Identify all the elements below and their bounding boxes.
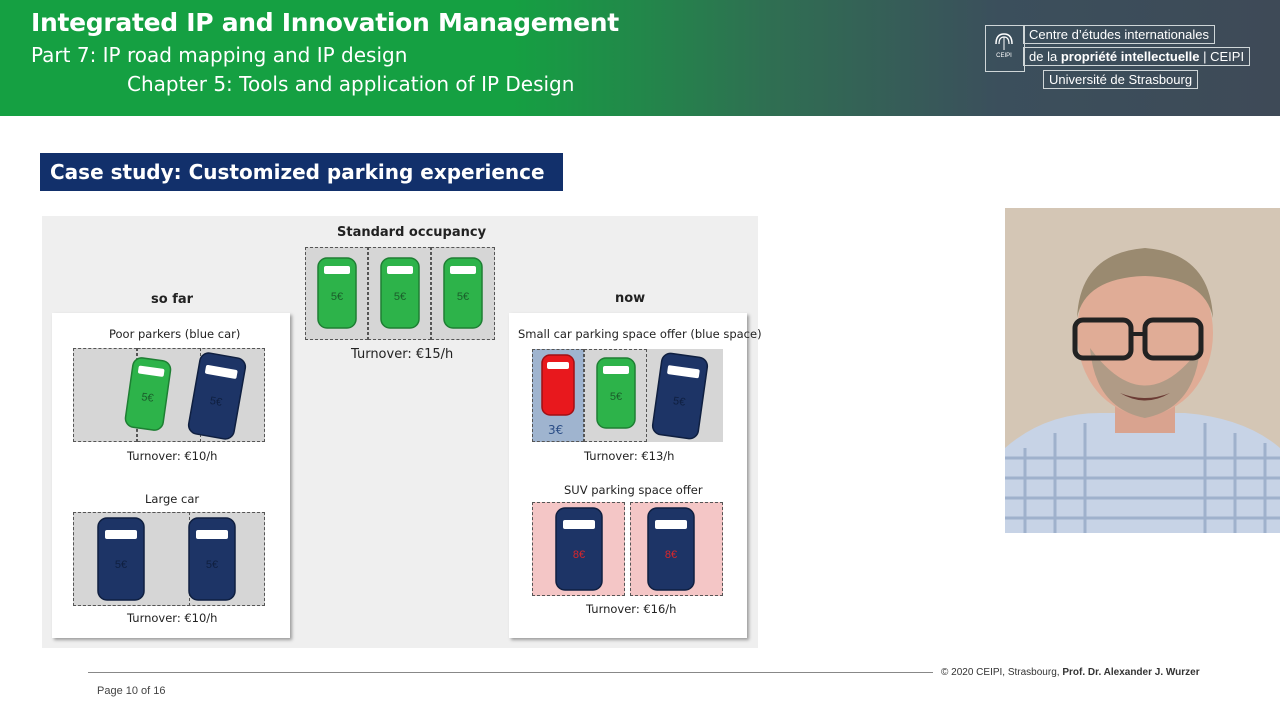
- small-turnover: Turnover: €13/h: [584, 449, 675, 463]
- parking-figure: Standard occupancy 5€ 5€ 5€ Turnover: €1…: [42, 216, 762, 648]
- car-top-view-icon: [541, 354, 575, 416]
- small-price: 3€: [548, 423, 564, 437]
- presenter-video: [1005, 208, 1280, 533]
- part-title: Part 7: IP road mapping and IP design: [31, 43, 408, 67]
- car-top-view-icon: 5€: [443, 257, 483, 329]
- car-top-view-icon: 5€: [596, 357, 636, 429]
- car-price: 5€: [457, 291, 469, 303]
- car-top-view-icon: 5€: [380, 257, 420, 329]
- logo-line-1: Centre d’études internationales: [1023, 25, 1215, 44]
- car-price: 8€: [665, 549, 677, 561]
- ceipi-emblem: CEIPI: [995, 33, 1013, 59]
- standard-turnover: Turnover: €15/h: [351, 347, 454, 362]
- so-far-panel: Poor parkers (blue car) 5€ 5€ Turnover: …: [52, 313, 290, 638]
- car-top-view-icon: 5€: [188, 517, 236, 601]
- logo-text: CEIPI: [996, 53, 1012, 59]
- course-title: Integrated IP and Innovation Management: [31, 8, 619, 37]
- logo-line-2: de la propriété intellectuelle | CEIPI: [1023, 47, 1251, 66]
- car-top-view-icon: 5€: [317, 257, 357, 329]
- car-top-view-icon: 8€: [555, 507, 603, 591]
- now-panel: Small car parking space offer (blue spac…: [509, 313, 762, 638]
- car-price: 5€: [331, 291, 343, 303]
- car-price: 5€: [141, 391, 155, 405]
- car-price: 5€: [206, 559, 218, 571]
- car-price: 5€: [209, 395, 223, 409]
- car-top-view-icon: 5€: [97, 517, 145, 601]
- car-price: 5€: [115, 559, 127, 571]
- small-offer-label: Small car parking space offer (blue spac…: [518, 327, 762, 341]
- car-price: 5€: [610, 391, 622, 403]
- car-price: 5€: [394, 291, 406, 303]
- logo-line-2-prefix: de la: [1029, 49, 1061, 64]
- copyright-author: Prof. Dr. Alexander J. Wurzer: [1062, 667, 1200, 678]
- footer-divider: [88, 672, 933, 673]
- presenter-webcam: [1005, 208, 1280, 533]
- chapter-title: Chapter 5: Tools and application of IP D…: [127, 72, 575, 96]
- large-car-label: Large car: [145, 492, 200, 506]
- suv-turnover: Turnover: €16/h: [586, 602, 677, 616]
- large-turnover: Turnover: €10/h: [127, 611, 218, 625]
- logo-line-3: Université de Strasbourg: [1043, 70, 1199, 89]
- poor-parkers-label: Poor parkers (blue car): [109, 327, 241, 341]
- car-price: 8€: [573, 549, 585, 561]
- poor-turnover: Turnover: €10/h: [127, 449, 218, 463]
- page-number: Page 10 of 16: [97, 685, 166, 697]
- standard-occupancy-label: Standard occupancy: [337, 225, 487, 240]
- ceipi-logo-icon: CEIPI: [985, 25, 1025, 72]
- suv-offer-label: SUV parking space offer: [564, 483, 703, 497]
- copyright-text: © 2020 CEIPI, Strasbourg, Prof. Dr. Alex…: [941, 667, 1200, 678]
- header-banner: Integrated IP and Innovation Management …: [0, 0, 1280, 116]
- car-top-view-icon: 8€: [647, 507, 695, 591]
- logo-line-2-bold: propriété intellectuelle: [1060, 49, 1200, 64]
- logo-line-2-suffix: | CEIPI: [1199, 49, 1245, 64]
- case-study-title: Case study: Customized parking experienc…: [40, 153, 563, 191]
- copyright-prefix: © 2020 CEIPI, Strasbourg,: [941, 667, 1060, 678]
- now-label: now: [615, 291, 646, 306]
- car-price: 5€: [672, 395, 686, 409]
- so-far-label: so far: [151, 292, 194, 307]
